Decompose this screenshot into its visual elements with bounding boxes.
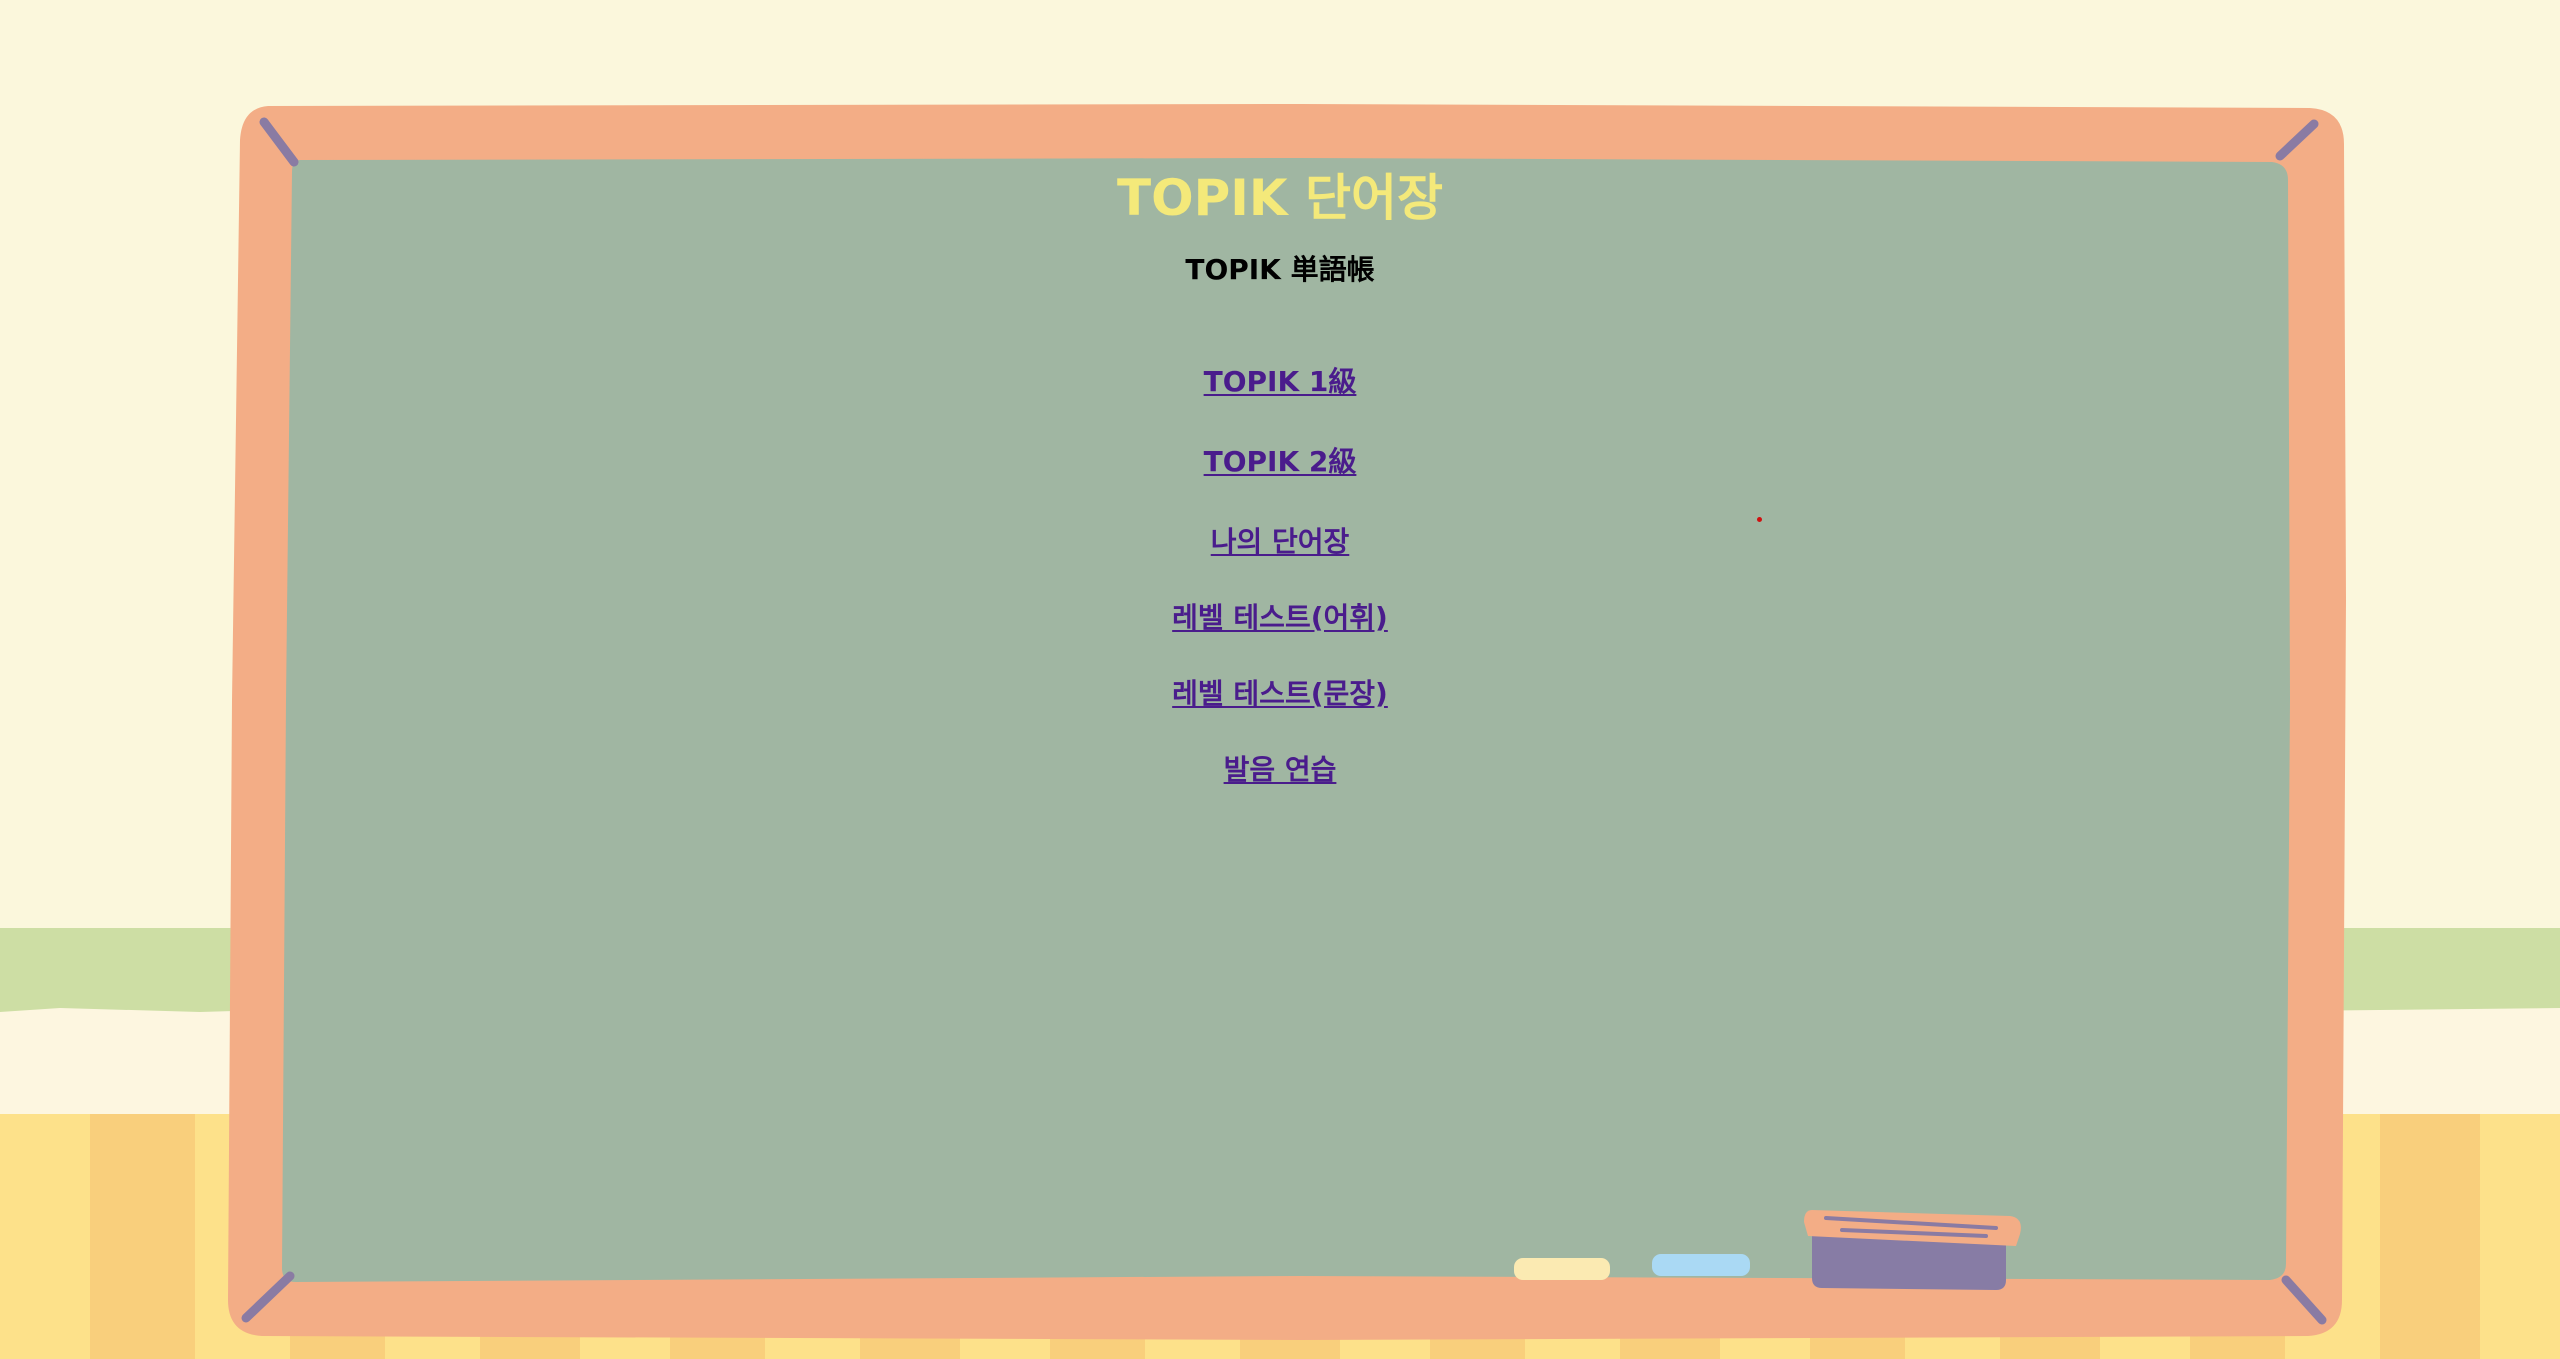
level-test-sentence-link[interactable]: 레벨 테스트(문장)	[1172, 677, 1388, 710]
topik-level-1-link[interactable]: TOPIK 1級	[1204, 365, 1357, 398]
page-title: TOPIK 단어장	[1116, 169, 1443, 227]
board-content: TOPIK 단어장 TOPIK 単語帳 TOPIK 1級 TOPIK 2級 나의…	[280, 160, 2280, 822]
main-menu: TOPIK 1級 TOPIK 2級 나의 단어장 레벨 테스트(어휘) 레벨 테…	[280, 358, 2280, 822]
menu-item: 레벨 테스트(어휘)	[280, 594, 2280, 670]
pronunciation-practice-link[interactable]: 발음 연습	[1224, 753, 1337, 786]
chalk-blue	[1652, 1254, 1750, 1276]
menu-item: TOPIK 2級	[280, 438, 2280, 518]
menu-item: 나의 단어장	[280, 518, 2280, 594]
my-wordbook-link[interactable]: 나의 단어장	[1211, 525, 1350, 558]
chalk-yellow	[1514, 1258, 1610, 1280]
eraser-icon	[1804, 1210, 2021, 1290]
page-subtitle: TOPIK 単語帳	[1185, 253, 1375, 286]
menu-item: TOPIK 1級	[280, 358, 2280, 438]
level-test-vocabulary-link[interactable]: 레벨 테스트(어휘)	[1172, 601, 1388, 634]
cursor-dot	[1757, 517, 1762, 522]
menu-item: 발음 연습	[280, 746, 2280, 822]
menu-item: 레벨 테스트(문장)	[280, 670, 2280, 746]
topik-level-2-link[interactable]: TOPIK 2級	[1204, 445, 1357, 478]
classroom-scene: TOPIK 단어장 TOPIK 単語帳 TOPIK 1級 TOPIK 2級 나의…	[0, 0, 2560, 1359]
